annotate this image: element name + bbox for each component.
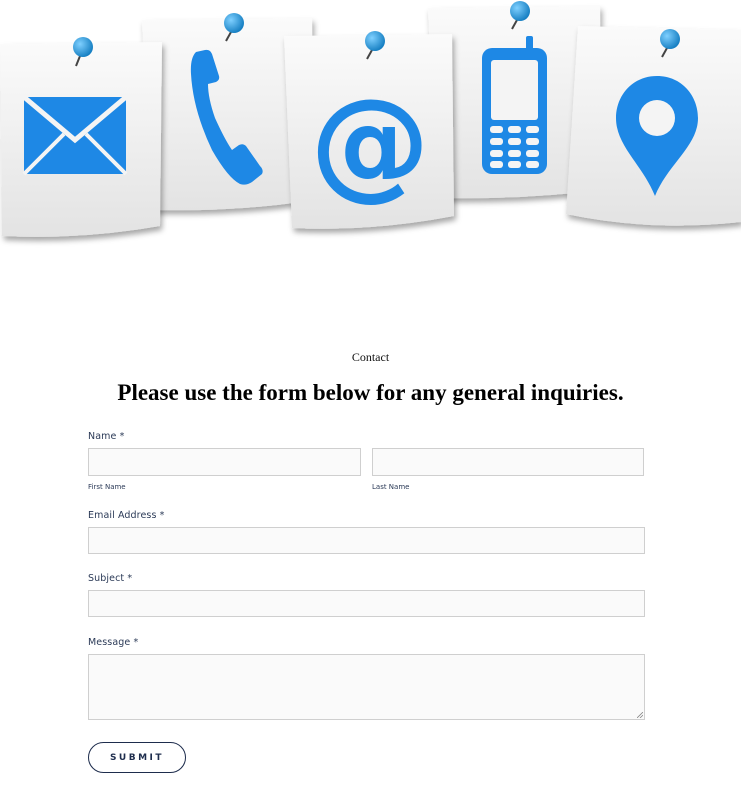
email-field[interactable] bbox=[88, 527, 645, 554]
breadcrumb: Contact bbox=[351, 350, 390, 364]
email-label-text: Email Address bbox=[88, 510, 157, 521]
email-label: Email Address * bbox=[88, 510, 165, 521]
subject-input[interactable] bbox=[88, 590, 645, 617]
message-label-text: Message bbox=[88, 637, 131, 648]
required-mark: * bbox=[159, 510, 165, 521]
message-textarea[interactable] bbox=[88, 654, 645, 720]
svg-text:@: @ bbox=[310, 74, 430, 213]
at-sign-icon: @ bbox=[310, 74, 430, 213]
required-mark: * bbox=[127, 573, 133, 584]
name-label-text: Name bbox=[88, 431, 117, 442]
envelope-icon bbox=[22, 95, 128, 176]
name-label: Name * bbox=[88, 431, 124, 442]
first-name-sublabel: First Name bbox=[88, 483, 126, 491]
required-mark: * bbox=[133, 637, 139, 648]
subject-label-text: Subject bbox=[88, 573, 125, 584]
required-mark: * bbox=[119, 431, 125, 442]
first-name-input[interactable] bbox=[88, 448, 361, 476]
page-title: Please use the form below for any genera… bbox=[117, 380, 624, 405]
hero-contact-icons-banner: @ bbox=[0, 1, 741, 237]
resize-grip-icon[interactable] bbox=[637, 712, 643, 718]
last-name-input[interactable] bbox=[372, 448, 644, 476]
message-label: Message * bbox=[88, 637, 138, 648]
subject-label: Subject * bbox=[88, 573, 132, 584]
mobile-phone-icon bbox=[482, 36, 547, 174]
submit-button[interactable]: SUBMIT bbox=[88, 742, 186, 773]
last-name-sublabel: Last Name bbox=[372, 483, 410, 491]
